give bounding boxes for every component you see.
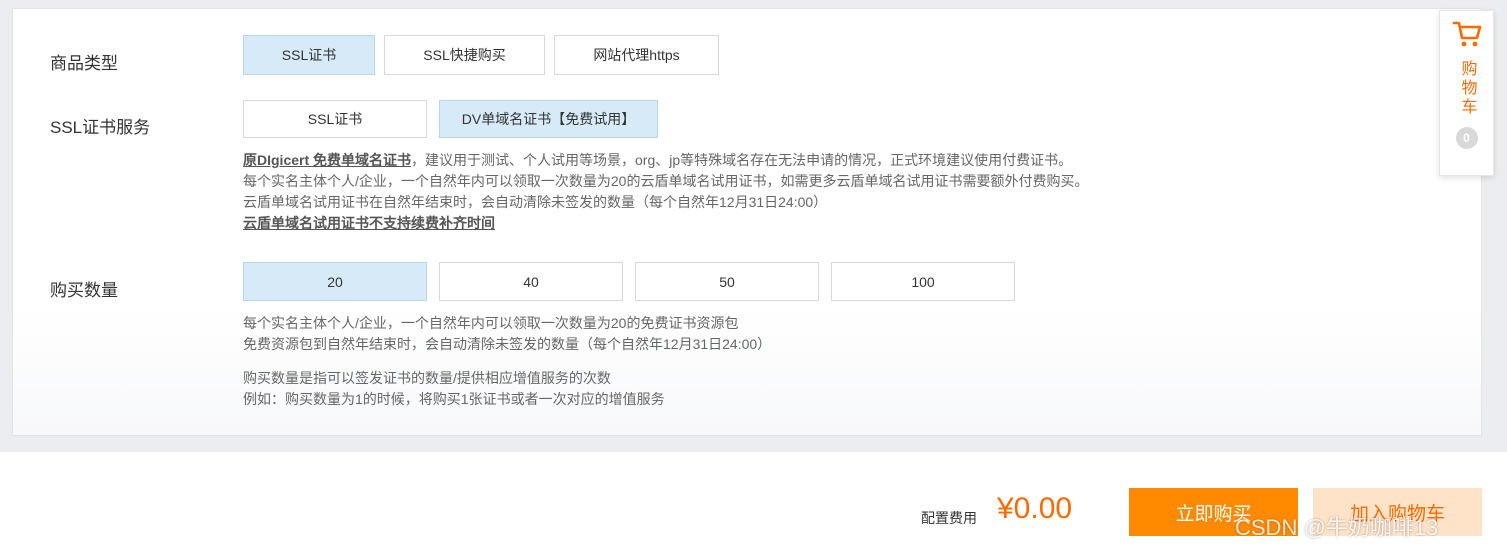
ssl-desc-highlight: 原DIgicert 免费单域名证书 xyxy=(243,152,412,168)
cart-count-badge: 0 xyxy=(1455,127,1478,149)
product-type-option-ssl[interactable]: SSL证书 xyxy=(243,35,375,75)
ssl-desc-no-renewal: 云盾单域名试用证书不支持续费补齐时间 xyxy=(243,215,495,231)
add-to-cart-button[interactable]: 加入购物车 xyxy=(1313,488,1482,536)
fee-label: 配置费用 xyxy=(921,510,977,526)
ssl-service-description: 原DIgicert 免费单域名证书，建议用于测试、个人试用等场景，org、jp等… xyxy=(243,150,1088,234)
quantity-option-20[interactable]: 20 xyxy=(243,262,427,301)
quantity-desc-line-2: 免费资源包到自然年结束时，会自动清除未签发的数量（每个自然年12月31日24:0… xyxy=(243,336,772,352)
quantity-option-100[interactable]: 100 xyxy=(831,262,1015,301)
quantity-desc-line-1: 每个实名主体个人/企业，一个自然年内可以领取一次数量为20的免费证书资源包 xyxy=(243,315,739,331)
shopping-cart-icon xyxy=(1452,19,1482,54)
quantity-desc-line-3: 购买数量是指可以签发证书的数量/提供相应增值服务的次数 xyxy=(243,370,611,386)
quantity-desc-line-4: 例如：购买数量为1的时候，将购买1张证书或者一次对应的增值服务 xyxy=(243,391,665,407)
quantity-option-50[interactable]: 50 xyxy=(635,262,819,301)
quantity-description-1: 每个实名主体个人/企业，一个自然年内可以领取一次数量为20的免费证书资源包 免费… xyxy=(243,313,771,355)
fee-value: ¥0.00 xyxy=(997,492,1073,525)
quantity-description-2: 购买数量是指可以签发证书的数量/提供相应增值服务的次数 例如：购买数量为1的时候… xyxy=(243,368,665,410)
product-type-option-https-proxy[interactable]: 网站代理https xyxy=(554,35,719,75)
ssl-desc-line-1-text: ，建议用于测试、个人试用等场景，org、jp等特殊域名存在无法申请的情况，正式环… xyxy=(411,152,1073,168)
ssl-desc-line-1: 原DIgicert 免费单域名证书，建议用于测试、个人试用等场景，org、jp等… xyxy=(243,150,1088,171)
ssl-desc-line-3: 云盾单域名试用证书在自然年结束时，会自动清除未签发的数量（每个自然年12月31日… xyxy=(243,194,828,210)
floating-cart[interactable]: 购物车 0 xyxy=(1439,10,1494,176)
cart-label: 购物车 xyxy=(1458,60,1476,117)
ssl-service-label: SSL证书服务 xyxy=(50,118,151,137)
config-panel: 商品类型 SSL证书 SSL快捷购买 网站代理https SSL证书服务 SSL… xyxy=(12,8,1482,436)
ssl-desc-line-4: 云盾单域名试用证书不支持续费补齐时间 xyxy=(243,213,1088,234)
quantity-label: 购买数量 xyxy=(50,281,118,300)
quantity-option-40[interactable]: 40 xyxy=(439,262,623,301)
product-type-label: 商品类型 xyxy=(50,54,118,73)
ssl-service-option-ssl[interactable]: SSL证书 xyxy=(243,100,427,138)
buy-now-button[interactable]: 立即购买 xyxy=(1129,488,1298,536)
ssl-desc-line-2: 每个实名主体个人/企业，一个自然年内可以领取一次数量为20的云盾单域名试用证书，… xyxy=(243,173,1089,189)
order-footer: 配置费用 ¥0.00 立即购买 加入购物车 xyxy=(0,452,1507,552)
product-type-option-ssl-quick[interactable]: SSL快捷购买 xyxy=(384,35,545,75)
ssl-service-option-dv-free[interactable]: DV单域名证书【免费试用】 xyxy=(439,100,658,138)
